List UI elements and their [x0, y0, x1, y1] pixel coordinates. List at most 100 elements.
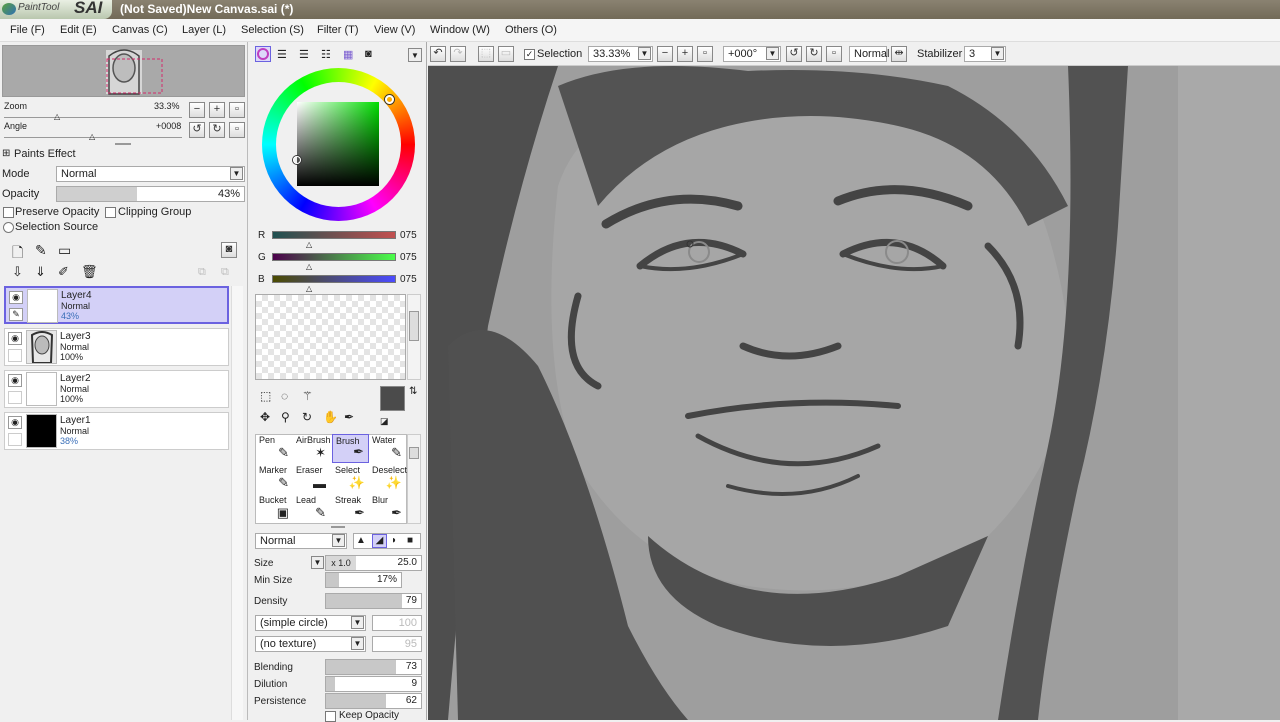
lasso-icon[interactable]: ◌	[281, 389, 288, 403]
scratchpad[interactable]	[255, 294, 406, 380]
brush-shape-select[interactable]: (simple circle) ▼	[255, 615, 366, 631]
chevron-down-icon[interactable]: ▼	[766, 47, 779, 60]
chevron-down-icon[interactable]: ▼	[991, 47, 1004, 60]
rotate-reset-button[interactable]: ▫	[229, 122, 245, 138]
flip-horizontal-button[interactable]: ⇹	[891, 46, 907, 62]
lock-box[interactable]	[8, 349, 22, 362]
new-layer-icon[interactable]: 🗋	[12, 242, 23, 266]
chevron-down-icon[interactable]: ▼	[351, 637, 364, 650]
stabilizer-select[interactable]: 3 ▼	[964, 46, 1006, 62]
tool-deselect[interactable]: Deselect ✨	[369, 464, 407, 493]
r-slider-thumb[interactable]: △	[306, 240, 312, 249]
rotate-tool-icon[interactable]: ↻	[302, 410, 312, 424]
g-slider[interactable]	[272, 253, 396, 261]
merge-down-icon[interactable]: ⇓	[35, 264, 46, 280]
size-slider[interactable]: x 1.0 25.0	[325, 555, 422, 571]
invert-selection-button[interactable]: ▭	[498, 46, 514, 62]
tool-pen[interactable]: Pen ✎	[256, 434, 293, 463]
swap-colors-icon[interactable]: ⇅	[409, 386, 417, 397]
menu-canvas[interactable]: Canvas (C)	[112, 24, 168, 36]
tool-grid-scrollbar[interactable]	[407, 434, 421, 524]
layer-scrollbar[interactable]	[231, 286, 243, 720]
magic-wand-icon[interactable]: ⚚	[302, 389, 313, 403]
b-value[interactable]: 075	[400, 274, 417, 285]
panel-splitter[interactable]	[115, 143, 131, 145]
blend-mode-select[interactable]: Normal ▼	[255, 533, 347, 549]
clear-layer-icon[interactable]: ✐	[58, 264, 69, 280]
toolbar-zoom-reset-button[interactable]: ▫	[697, 46, 713, 62]
lock-box[interactable]	[8, 433, 22, 446]
g-slider-thumb[interactable]: △	[306, 262, 312, 271]
texture-select[interactable]: (no texture) ▼	[255, 636, 366, 652]
menu-file[interactable]: File (F)	[10, 24, 45, 36]
r-value[interactable]: 075	[400, 230, 417, 241]
layer-panel-options-button[interactable]: ◙	[221, 242, 237, 258]
tool-blur[interactable]: Blur ✒	[369, 494, 406, 523]
new-folder-icon[interactable]: ▭	[58, 242, 71, 259]
zoom-slider-thumb[interactable]: △	[54, 112, 60, 121]
keep-opacity-checkbox[interactable]	[325, 711, 336, 722]
transparent-color-icon[interactable]: ◪	[380, 416, 389, 427]
undo-button[interactable]: ↶	[430, 46, 446, 62]
menu-edit[interactable]: Edit (E)	[60, 24, 97, 36]
color-wheel-tab-icon[interactable]	[255, 46, 271, 62]
zoom-combo[interactable]: 33.33% ▼	[588, 46, 653, 62]
brush-shape-round-icon[interactable]: ◗	[391, 535, 397, 546]
brush-shape-square-icon[interactable]: ■	[407, 535, 413, 546]
size-range-dropdown[interactable]: ▼	[311, 556, 324, 569]
toolbar-zoom-in-button[interactable]: +	[677, 46, 693, 62]
tool-lead[interactable]: Lead ✎	[293, 494, 330, 523]
zoom-reset-button[interactable]: ▫	[229, 102, 245, 118]
drawing-canvas[interactable]	[428, 66, 1280, 720]
toolbar-rotate-reset-button[interactable]: ▫	[826, 46, 842, 62]
tool-airbrush[interactable]: AirBrush ✶	[293, 434, 331, 463]
layer-row-layer3[interactable]: ◉ Layer3 Normal 100%	[4, 328, 229, 366]
opacity-slider[interactable]: 43%	[56, 186, 245, 202]
clipping-group-checkbox[interactable]	[105, 207, 116, 218]
brush-shape-soft-icon[interactable]: ◢	[372, 534, 387, 548]
tool-water[interactable]: Water ✎	[369, 434, 406, 463]
angle-combo[interactable]: +000° ▼	[723, 46, 781, 62]
eyedropper-icon[interactable]: ✒	[344, 410, 354, 424]
chevron-down-icon[interactable]: ▼	[638, 47, 651, 60]
menu-view[interactable]: View (V)	[374, 24, 415, 36]
zoom-tool-icon[interactable]: ⚲	[281, 410, 290, 424]
color-panel-menu-icon[interactable]: ▼	[408, 48, 422, 62]
tool-eraser[interactable]: Eraser ▬	[293, 464, 330, 493]
sv-marker[interactable]	[293, 156, 301, 164]
dilution-slider[interactable]: 9	[325, 676, 422, 692]
tool-splitter[interactable]	[331, 526, 345, 528]
hsv-slider-tab-icon[interactable]: ☰	[299, 48, 309, 61]
scratchpad-scrollbar[interactable]	[407, 294, 421, 380]
persistence-slider[interactable]: 62	[325, 693, 422, 709]
swatches-tab-icon[interactable]: ☷	[321, 48, 331, 61]
zoom-slider[interactable]	[4, 108, 182, 118]
layer-row-layer4[interactable]: ◉ ✎ Layer4 Normal 43%	[4, 286, 229, 324]
tool-select[interactable]: Select ✨	[332, 464, 369, 493]
redo-button[interactable]: ↷	[450, 46, 466, 62]
new-linework-layer-icon[interactable]: ✎	[35, 242, 47, 259]
rotate-left-button[interactable]: ↺	[189, 122, 205, 138]
toolbar-rotate-right-button[interactable]: ↻	[806, 46, 822, 62]
lock-box[interactable]	[8, 391, 22, 404]
hand-tool-icon[interactable]: ✋	[323, 410, 338, 424]
trash-icon[interactable]: 🗑	[81, 264, 98, 280]
rect-select-icon[interactable]: ⬚	[260, 389, 271, 403]
layer-row-layer1[interactable]: ◉ Layer1 Normal 38%	[4, 412, 229, 450]
density-slider[interactable]: 79	[325, 593, 422, 609]
b-slider[interactable]	[272, 275, 396, 283]
rgb-slider-tab-icon[interactable]: ☰	[277, 48, 287, 61]
tool-streak[interactable]: Streak ✒	[332, 494, 369, 523]
eye-icon[interactable]: ◉	[8, 332, 22, 345]
brush-shape-hard-icon[interactable]: ▲	[356, 535, 366, 546]
menu-others[interactable]: Others (O)	[505, 24, 557, 36]
tool-marker[interactable]: Marker ✎	[256, 464, 293, 493]
r-slider[interactable]	[272, 231, 396, 239]
g-value[interactable]: 075	[400, 252, 417, 263]
deselect-button[interactable]: ⬚	[478, 46, 494, 62]
transfer-down-icon[interactable]: ⇩	[12, 264, 23, 280]
preserve-opacity-checkbox[interactable]	[3, 207, 14, 218]
menu-selection[interactable]: Selection (S)	[241, 24, 304, 36]
min-size-slider[interactable]: 17%	[325, 572, 402, 588]
b-slider-thumb[interactable]: △	[306, 284, 312, 293]
